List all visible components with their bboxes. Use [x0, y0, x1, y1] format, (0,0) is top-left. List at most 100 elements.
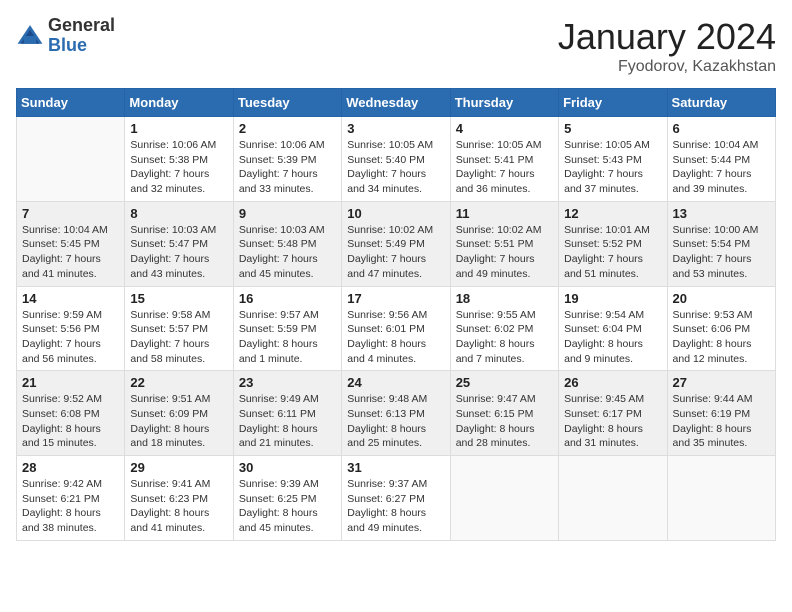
- day-number: 26: [564, 375, 661, 390]
- calendar-day-cell: 30 Sunrise: 9:39 AMSunset: 6:25 PMDayligh…: [233, 456, 341, 541]
- day-info: Sunrise: 10:03 AMSunset: 5:48 PMDaylight…: [239, 223, 336, 282]
- calendar-day-cell: 10 Sunrise: 10:02 AMSunset: 5:49 PMDaylig…: [342, 201, 450, 286]
- calendar-day-cell: 8Sunrise: 10:03 AMSunset: 5:47 PMDayligh…: [125, 201, 233, 286]
- day-info: Sunrise: 9:42 AMSunset: 6:21 PMDaylight:…: [22, 477, 119, 536]
- day-info: Sunrise: 10:03 AMSunset: 5:47 PMDaylight…: [130, 223, 227, 282]
- day-info: Sunrise: 10:06 AMSunset: 5:38 PMDaylight…: [130, 138, 227, 197]
- calendar-day-cell: [450, 456, 558, 541]
- day-number: 13: [673, 206, 770, 221]
- calendar-day-cell: 25 Sunrise: 9:47 AMSunset: 6:15 PMDayligh…: [450, 371, 558, 456]
- day-number: 20: [673, 291, 770, 306]
- calendar-day-cell: 27 Sunrise: 9:44 AMSunset: 6:19 PMDayligh…: [667, 371, 775, 456]
- calendar-day-cell: 23 Sunrise: 9:49 AMSunset: 6:11 PMDayligh…: [233, 371, 341, 456]
- day-number: 29: [130, 460, 227, 475]
- weekday-header: Monday: [125, 89, 233, 117]
- day-number: 7: [22, 206, 119, 221]
- calendar-week-row: 1 Sunrise: 10:06 AMSunset: 5:38 PMDayligh…: [17, 117, 776, 202]
- calendar-day-cell: 11Sunrise: 10:02 AMSunset: 5:51 PMDaylig…: [450, 201, 558, 286]
- day-info: Sunrise: 10:04 AMSunset: 5:44 PMDaylight…: [673, 138, 770, 197]
- calendar-day-cell: 14Sunrise: 9:59 AMSunset: 5:56 PMDayligh…: [17, 286, 125, 371]
- day-info: Sunrise: 9:57 AMSunset: 5:59 PMDaylight:…: [239, 308, 336, 367]
- day-info: Sunrise: 9:59 AMSunset: 5:56 PMDaylight:…: [22, 308, 119, 367]
- month-title: January 2024: [558, 16, 776, 58]
- day-number: 21: [22, 375, 119, 390]
- day-info: Sunrise: 10:05 AMSunset: 5:40 PMDaylight…: [347, 138, 444, 197]
- day-number: 3: [347, 121, 444, 136]
- day-number: 27: [673, 375, 770, 390]
- day-info: Sunrise: 10:02 AMSunset: 5:49 PMDaylight…: [347, 223, 444, 282]
- day-number: 5: [564, 121, 661, 136]
- day-info: Sunrise: 9:53 AMSunset: 6:06 PMDaylight:…: [673, 308, 770, 367]
- day-number: 18: [456, 291, 553, 306]
- calendar-day-cell: 2 Sunrise: 10:06 AMSunset: 5:39 PMDayligh…: [233, 117, 341, 202]
- calendar-week-row: 14Sunrise: 9:59 AMSunset: 5:56 PMDayligh…: [17, 286, 776, 371]
- page-header: General Blue January 2024 Fyodorov, Kaza…: [16, 16, 776, 76]
- weekday-header: Wednesday: [342, 89, 450, 117]
- day-info: Sunrise: 9:45 AMSunset: 6:17 PMDaylight:…: [564, 392, 661, 451]
- calendar-day-cell: 29 Sunrise: 9:41 AMSunset: 6:23 PMDayligh…: [125, 456, 233, 541]
- logo-blue: Blue: [48, 36, 115, 56]
- weekday-header: Friday: [559, 89, 667, 117]
- day-number: 2: [239, 121, 336, 136]
- day-info: Sunrise: 9:51 AMSunset: 6:09 PMDaylight:…: [130, 392, 227, 451]
- day-info: Sunrise: 9:49 AMSunset: 6:11 PMDaylight:…: [239, 392, 336, 451]
- calendar-day-cell: 7 Sunrise: 10:04 AMSunset: 5:45 PMDayligh…: [17, 201, 125, 286]
- calendar-day-cell: [667, 456, 775, 541]
- day-number: 25: [456, 375, 553, 390]
- day-info: Sunrise: 9:37 AMSunset: 6:27 PMDaylight:…: [347, 477, 444, 536]
- day-number: 6: [673, 121, 770, 136]
- calendar-day-cell: 16 Sunrise: 9:57 AMSunset: 5:59 PMDayligh…: [233, 286, 341, 371]
- calendar-table: SundayMondayTuesdayWednesdayThursdayFrid…: [16, 88, 776, 541]
- logo-icon: [16, 22, 44, 50]
- day-number: 22: [130, 375, 227, 390]
- calendar-day-cell: 18 Sunrise: 9:55 AMSunset: 6:02 PMDayligh…: [450, 286, 558, 371]
- calendar-week-row: 7 Sunrise: 10:04 AMSunset: 5:45 PMDayligh…: [17, 201, 776, 286]
- day-info: Sunrise: 9:54 AMSunset: 6:04 PMDaylight:…: [564, 308, 661, 367]
- calendar-day-cell: 22 Sunrise: 9:51 AMSunset: 6:09 PMDayligh…: [125, 371, 233, 456]
- location: Fyodorov, Kazakhstan: [558, 58, 776, 76]
- day-info: Sunrise: 10:05 AMSunset: 5:41 PMDaylight…: [456, 138, 553, 197]
- day-number: 4: [456, 121, 553, 136]
- logo-text: General Blue: [48, 16, 115, 56]
- logo: General Blue: [16, 16, 115, 56]
- calendar-week-row: 21Sunrise: 9:52 AMSunset: 6:08 PMDayligh…: [17, 371, 776, 456]
- day-info: Sunrise: 9:44 AMSunset: 6:19 PMDaylight:…: [673, 392, 770, 451]
- day-info: Sunrise: 10:02 AMSunset: 5:51 PMDaylight…: [456, 223, 553, 282]
- day-info: Sunrise: 10:01 AMSunset: 5:52 PMDaylight…: [564, 223, 661, 282]
- calendar-day-cell: 5 Sunrise: 10:05 AMSunset: 5:43 PMDayligh…: [559, 117, 667, 202]
- calendar-day-cell: 12 Sunrise: 10:01 AMSunset: 5:52 PMDaylig…: [559, 201, 667, 286]
- weekday-header: Sunday: [17, 89, 125, 117]
- day-info: Sunrise: 9:47 AMSunset: 6:15 PMDaylight:…: [456, 392, 553, 451]
- weekday-header: Thursday: [450, 89, 558, 117]
- day-number: 9: [239, 206, 336, 221]
- calendar-day-cell: 20 Sunrise: 9:53 AMSunset: 6:06 PMDayligh…: [667, 286, 775, 371]
- calendar-day-cell: 26 Sunrise: 9:45 AMSunset: 6:17 PMDayligh…: [559, 371, 667, 456]
- day-number: 16: [239, 291, 336, 306]
- calendar-day-cell: 15Sunrise: 9:58 AMSunset: 5:57 PMDayligh…: [125, 286, 233, 371]
- day-number: 24: [347, 375, 444, 390]
- weekday-header: Tuesday: [233, 89, 341, 117]
- day-info: Sunrise: 9:55 AMSunset: 6:02 PMDaylight:…: [456, 308, 553, 367]
- weekday-header-row: SundayMondayTuesdayWednesdayThursdayFrid…: [17, 89, 776, 117]
- calendar-day-cell: 28Sunrise: 9:42 AMSunset: 6:21 PMDayligh…: [17, 456, 125, 541]
- day-number: 10: [347, 206, 444, 221]
- day-info: Sunrise: 10:05 AMSunset: 5:43 PMDaylight…: [564, 138, 661, 197]
- day-number: 30: [239, 460, 336, 475]
- calendar-day-cell: 4 Sunrise: 10:05 AMSunset: 5:41 PMDayligh…: [450, 117, 558, 202]
- day-number: 23: [239, 375, 336, 390]
- day-info: Sunrise: 9:41 AMSunset: 6:23 PMDaylight:…: [130, 477, 227, 536]
- weekday-header: Saturday: [667, 89, 775, 117]
- calendar-week-row: 28Sunrise: 9:42 AMSunset: 6:21 PMDayligh…: [17, 456, 776, 541]
- day-info: Sunrise: 9:39 AMSunset: 6:25 PMDaylight:…: [239, 477, 336, 536]
- day-number: 12: [564, 206, 661, 221]
- calendar-day-cell: 31Sunrise: 9:37 AMSunset: 6:27 PMDayligh…: [342, 456, 450, 541]
- day-info: Sunrise: 10:04 AMSunset: 5:45 PMDaylight…: [22, 223, 119, 282]
- calendar-day-cell: 21Sunrise: 9:52 AMSunset: 6:08 PMDayligh…: [17, 371, 125, 456]
- calendar-day-cell: [559, 456, 667, 541]
- title-block: January 2024 Fyodorov, Kazakhstan: [558, 16, 776, 76]
- day-info: Sunrise: 10:06 AMSunset: 5:39 PMDaylight…: [239, 138, 336, 197]
- day-number: 1: [130, 121, 227, 136]
- day-info: Sunrise: 9:56 AMSunset: 6:01 PMDaylight:…: [347, 308, 444, 367]
- day-number: 17: [347, 291, 444, 306]
- day-number: 19: [564, 291, 661, 306]
